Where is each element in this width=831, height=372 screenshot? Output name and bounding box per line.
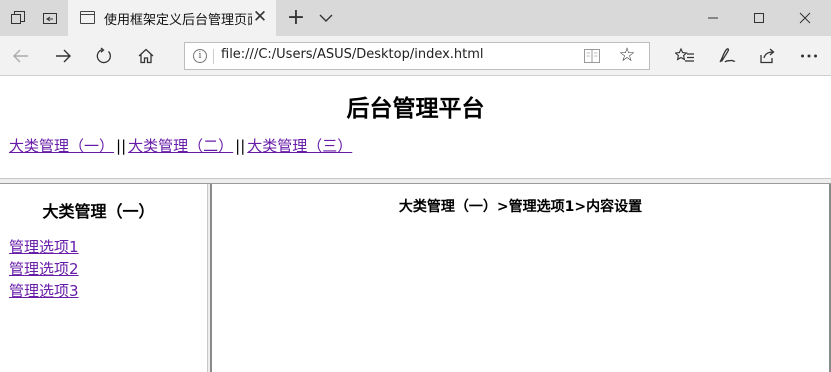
top-frame: 后台管理平台 大类管理（一） || 大类管理（二） || 大类管理（三） xyxy=(0,77,831,181)
category-nav: 大类管理（一） || 大类管理（二） || 大类管理（三） xyxy=(9,135,352,156)
forward-arrow-icon xyxy=(56,49,71,63)
menu-item-option-1[interactable]: 管理选项1 xyxy=(9,236,79,258)
notes-button[interactable] xyxy=(711,42,741,70)
maximize-icon xyxy=(754,13,764,23)
set-aside-tabs-icon[interactable] xyxy=(36,0,64,36)
share-button[interactable] xyxy=(752,42,782,70)
star-icon[interactable]: ☆ xyxy=(617,45,637,65)
tab-actions-icon[interactable] xyxy=(4,0,32,36)
back-button[interactable] xyxy=(6,42,36,70)
left-frame: 大类管理（一） 管理选项1 管理选项2 管理选项3 xyxy=(0,184,207,372)
maximize-button[interactable] xyxy=(736,0,782,36)
book-icon[interactable] xyxy=(583,48,601,64)
refresh-button[interactable] xyxy=(89,42,119,70)
left-frame-title: 大类管理（一） xyxy=(42,202,155,221)
share-icon xyxy=(760,48,775,64)
tab-bar: 使用框架定义后台管理页面 ✕ + xyxy=(0,0,831,36)
address-divider xyxy=(213,49,214,64)
home-icon xyxy=(138,48,154,64)
nav-bar: i file:///C:/Users/ASUS/Desktop/index.ht… xyxy=(0,36,831,76)
page-viewport: 后台管理平台 大类管理（一） || 大类管理（二） || 大类管理（三） 大类管理（一）… xyxy=(0,77,831,372)
menu-item-option-3[interactable]: 管理选项3 xyxy=(9,280,79,302)
menu-item-option-2[interactable]: 管理选项2 xyxy=(9,258,79,280)
tab-title: 使用框架定义后台管理页面 xyxy=(104,13,252,28)
refresh-icon xyxy=(96,47,111,64)
favorites-button[interactable] xyxy=(670,42,700,70)
favorites-icon xyxy=(675,47,694,62)
main-frame: 大类管理（一）>管理选项1>内容设置 xyxy=(212,184,831,372)
category-link-1[interactable]: 大类管理（一） xyxy=(9,137,114,155)
page-icon xyxy=(80,11,95,24)
category-link-2[interactable]: 大类管理（二） xyxy=(128,137,233,155)
category-separator: || xyxy=(235,137,246,155)
window-close-button[interactable] xyxy=(782,0,828,36)
info-icon[interactable]: i xyxy=(193,49,207,63)
pen-icon xyxy=(719,48,736,63)
forward-button[interactable] xyxy=(48,42,78,70)
home-button[interactable] xyxy=(131,42,161,70)
category-separator: || xyxy=(116,137,127,155)
more-icon xyxy=(801,54,817,58)
url-text[interactable]: file:///C:/Users/ASUS/Desktop/index.html xyxy=(221,47,484,62)
close-icon[interactable]: ✕ xyxy=(250,7,270,27)
minimize-icon xyxy=(708,17,718,19)
left-menu: 管理选项1 管理选项2 管理选项3 xyxy=(9,236,79,302)
back-arrow-icon xyxy=(13,49,28,63)
tab-active[interactable]: 使用框架定义后台管理页面 ✕ xyxy=(68,0,276,36)
category-link-3[interactable]: 大类管理（三） xyxy=(247,137,352,155)
new-tab-button[interactable]: + xyxy=(284,6,308,30)
plus-icon: + xyxy=(286,5,306,30)
tab-list-button[interactable] xyxy=(316,8,336,28)
address-bar[interactable]: i file:///C:/Users/ASUS/Desktop/index.ht… xyxy=(184,42,650,70)
more-button[interactable] xyxy=(794,42,824,70)
page-title: 后台管理平台 xyxy=(346,96,485,122)
content-breadcrumb: 大类管理（一）>管理选项1>内容设置 xyxy=(398,199,643,215)
chevron-down-icon xyxy=(319,14,333,22)
window-close-icon xyxy=(799,12,811,24)
minimize-button[interactable] xyxy=(690,0,736,36)
